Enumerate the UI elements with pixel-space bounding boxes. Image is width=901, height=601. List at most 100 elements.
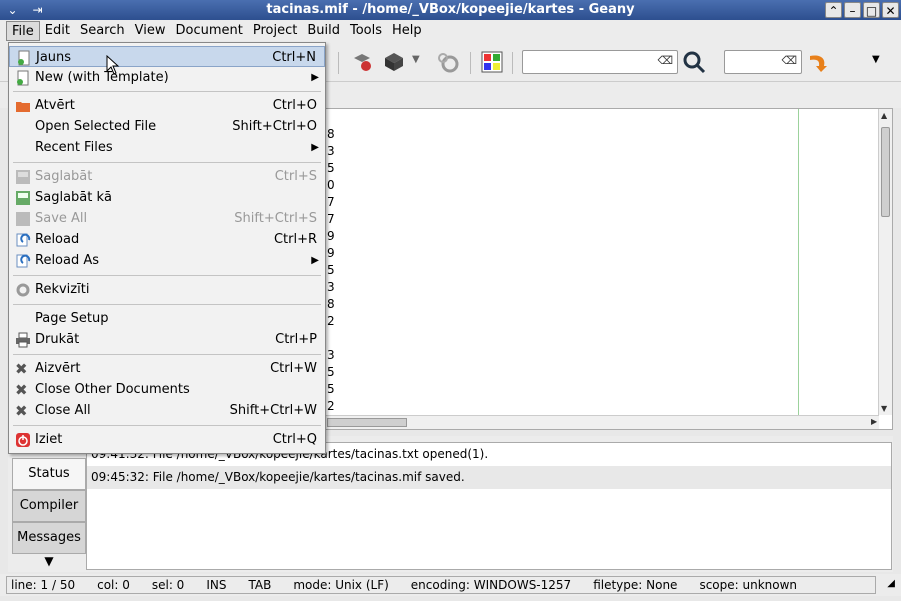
menu-item-open-selected[interactable]: Open Selected File Shift+Ctrl+O [9,116,325,137]
execute-gear-icon[interactable] [436,50,460,74]
menu-tools[interactable]: Tools [345,21,387,41]
editor-line-text: 9 [327,229,335,243]
tab-messages[interactable]: Messages [12,522,86,554]
menu-item-save-all[interactable]: Save All Shift+Ctrl+S [9,208,325,229]
status-message-list[interactable]: 09:41:32: File /home/_VBox/kopeejie/kart… [86,442,892,570]
editor-line-text: 5 [327,365,335,379]
search-icon[interactable] [682,50,706,74]
menu-document[interactable]: Document [170,21,247,41]
menu-item-close-all[interactable]: ✖ Close All Shift+Ctrl+W [9,400,325,421]
tab-compiler[interactable]: Compiler [12,490,86,522]
menu-build[interactable]: Build [302,21,345,41]
scroll-up-icon[interactable]: ▲ [881,111,887,120]
editor-line-text: 7 [327,212,335,226]
vertical-scrollbar[interactable]: ▲ ▼ [878,109,892,415]
color-chooser-icon[interactable] [480,50,504,74]
submenu-arrow-icon: ▶ [311,72,319,83]
editor-line-text: 5 [327,263,335,277]
open-folder-icon [16,102,30,112]
menu-separator [13,354,321,355]
menu-separator [13,275,321,276]
status-scope: scope: unknown [699,578,798,592]
menu-help[interactable]: Help [387,21,427,41]
title-bar: ⌄ ⇥ tacinas.mif - /home/_VBox/kopeejie/k… [0,0,901,20]
menu-item-close[interactable]: ✖ Aizvērt Ctrl+W [9,358,325,379]
status-col: col: 0 [97,578,130,592]
menu-item-reload-as[interactable]: Reload As ▶ [9,250,325,271]
toolbar-separator [338,52,339,74]
menu-separator [13,425,321,426]
menu-separator [13,91,321,92]
search-input[interactable]: ⌫ [522,50,678,74]
editor-line-text: 7 [327,195,335,209]
save-all-icon [16,212,30,226]
goto-line-icon[interactable] [806,50,830,74]
menu-search[interactable]: Search [75,21,130,41]
menu-item-close-others[interactable]: ✖ Close Other Documents [9,379,325,400]
menu-item-recent-files[interactable]: Recent Files ▶ [9,137,325,158]
compile-icon[interactable] [350,50,374,74]
goto-line-input[interactable]: ⌫ [724,50,802,74]
reload-icon [16,254,31,268]
toolbar-overflow-icon[interactable]: ▼ [872,54,896,78]
menu-item-save-as[interactable]: Saglabāt kā [9,187,325,208]
status-line: line: 1 / 50 [11,578,76,592]
menu-item-quit[interactable]: Iziet Ctrl+Q [9,429,325,450]
scroll-down-icon[interactable]: ▼ [881,404,887,413]
status-mode: mode: Unix (LF) [293,578,389,592]
status-bar: line: 1 / 50 col: 0 sel: 0 INS TAB mode:… [0,574,901,596]
editor-line-text: 5 [327,382,335,396]
menu-item-new[interactable]: Jauns Ctrl+N [9,46,325,67]
menu-item-open[interactable]: Atvērt Ctrl+O [9,95,325,116]
menu-item-new-with-template[interactable]: New (with Template) ▶ [9,67,325,88]
mouse-cursor-icon [106,55,120,75]
close-window-icon[interactable]: ✕ [882,2,899,18]
build-dropdown-icon[interactable]: ▼ [412,54,436,78]
menu-item-print[interactable]: Drukāt Ctrl+P [9,329,325,350]
long-line-marker [798,109,799,415]
minimize-icon[interactable]: – [844,2,861,18]
editor-line-text: 2 [327,399,335,413]
vertical-scroll-thumb[interactable] [881,127,890,217]
status-tab: TAB [248,578,272,592]
editor-line-text: 2 [327,314,335,328]
submenu-arrow-icon: ▶ [311,255,319,266]
close-icon: ✖ [15,381,28,399]
menu-item-properties[interactable]: Rekvizīti [9,279,325,300]
menu-file[interactable]: File [6,21,40,41]
build-icon[interactable] [382,50,406,74]
menu-item-save[interactable]: Saglabāt Ctrl+S [9,166,325,187]
clear-search-icon[interactable]: ⌫ [657,54,673,67]
editor-line-text: 3 [327,144,335,158]
close-icon: ✖ [15,402,28,420]
editor-line-text: 0 [327,178,335,192]
clear-goto-icon[interactable]: ⌫ [781,54,797,67]
status-encoding: encoding: WINDOWS-1257 [410,578,572,592]
file-menu-dropdown: Jauns Ctrl+N New (with Template) ▶ Atvēr… [8,42,326,454]
more-tabs-icon[interactable]: ▼ [12,554,86,568]
message-window: Status Compiler Messages ▼ 09:41:32: Fil… [8,436,893,572]
menu-item-page-setup[interactable]: Page Setup [9,308,325,329]
editor-line-text: 9 [327,246,335,260]
toolbar-separator [512,52,513,74]
menu-item-reload[interactable]: Reload Ctrl+R [9,229,325,250]
message-tabs: Status Compiler Messages ▼ [12,458,86,568]
editor-line-text: 8 [327,297,335,311]
horizontal-scroll-thumb[interactable] [327,418,407,427]
status-ins: INS [206,578,227,592]
menu-edit[interactable]: Edit [40,21,75,41]
save-as-icon [16,191,30,205]
resize-grip-icon[interactable]: ◢ [887,578,895,589]
menu-separator [13,304,321,305]
maximize-icon[interactable]: □ [863,2,880,18]
reload-icon [16,233,31,247]
maximize-up-icon[interactable]: ⌃ [825,2,842,18]
quit-icon [16,433,30,447]
menu-project[interactable]: Project [248,21,302,41]
menu-separator [13,162,321,163]
status-sel: sel: 0 [151,578,185,592]
tab-status[interactable]: Status [12,458,86,490]
editor-line-text: 5 [327,161,335,175]
menu-view[interactable]: View [130,21,171,41]
scroll-right-icon[interactable]: ▶ [871,417,877,426]
